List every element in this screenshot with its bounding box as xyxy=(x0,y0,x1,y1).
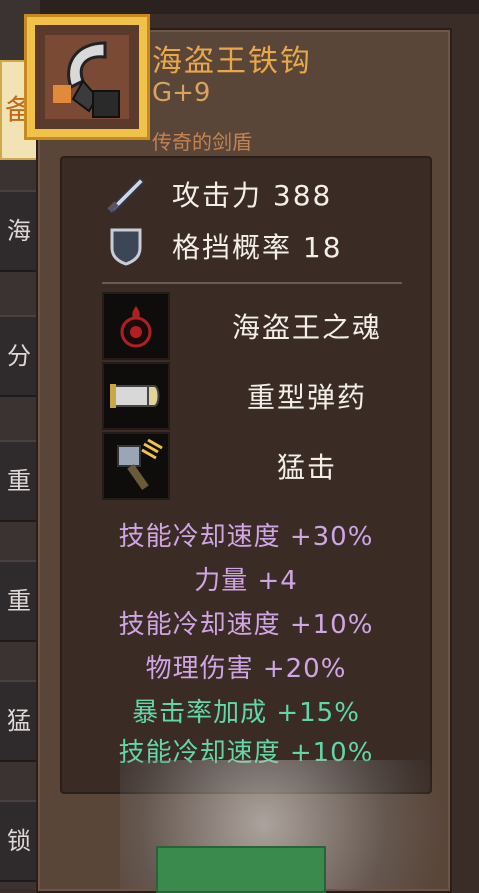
sidebar-tab-label: 猛 xyxy=(7,707,31,735)
shield-icon xyxy=(102,226,150,266)
sidebar-tab-label: 重 xyxy=(7,587,31,615)
stat-row-block: 格挡概率 18 xyxy=(102,224,343,268)
sidebar-tab-label: 重 xyxy=(7,467,31,495)
item-level: G+9 xyxy=(152,78,211,108)
bonus-line-2: 力量 +4 xyxy=(194,566,298,596)
sidebar-tab-1[interactable]: 海 xyxy=(0,190,38,272)
sidebar-tab-2[interactable]: 分 xyxy=(0,315,38,397)
bonus-line-1: 技能冷却速度 +30% xyxy=(118,522,374,552)
bonus-line-5: 暴击率加成 +15% xyxy=(132,698,360,728)
sidebar-tab-6[interactable]: 锁 xyxy=(0,800,38,882)
sidebar-tab-label: 海 xyxy=(7,217,31,245)
skill-row-1: 海盗王之魂 xyxy=(102,292,422,360)
skill-name-1: 海盗王之魂 xyxy=(231,311,382,344)
skill-row-3: 猛击 xyxy=(102,432,422,500)
sidebar-tab-5[interactable]: 猛 xyxy=(0,680,38,762)
bonus-line-4: 物理伤害 +20% xyxy=(145,654,347,684)
hammer-strike-icon xyxy=(102,432,170,500)
bonus-line-3: 技能冷却速度 +10% xyxy=(118,610,374,640)
skill-name-3: 猛击 xyxy=(276,451,337,484)
sidebar-tab-label: 分 xyxy=(7,342,31,370)
sidebar-tab-label: 锁 xyxy=(7,827,31,855)
heavy-ammo-icon xyxy=(102,362,170,430)
dark-soul-icon xyxy=(102,292,170,360)
item-icon-frame xyxy=(24,14,150,140)
item-rarity: 传奇的剑盾 xyxy=(152,130,252,154)
stat-row-attack: 攻击力 388 xyxy=(102,172,332,216)
item-stats-box: 攻击力 388 格挡概率 18 海盗王之魂 重型弹药 猛击 技能冷却速度 +30… xyxy=(60,156,432,794)
skill-row-2: 重型弹药 xyxy=(102,362,422,430)
skill-name-2: 重型弹药 xyxy=(246,381,367,414)
sidebar-tab-4[interactable]: 重 xyxy=(0,560,38,642)
sidebar-tab-3[interactable]: 重 xyxy=(0,440,38,522)
pirate-hook-icon xyxy=(35,25,139,129)
stats-divider xyxy=(102,282,402,284)
stat-attack-text: 攻击力 388 xyxy=(172,179,333,212)
top-strip xyxy=(0,0,479,14)
stat-block-text: 格挡概率 18 xyxy=(172,231,343,264)
item-name: 海盗王铁钩 xyxy=(152,44,312,79)
sword-icon xyxy=(102,174,150,214)
equip-button[interactable] xyxy=(156,846,326,893)
